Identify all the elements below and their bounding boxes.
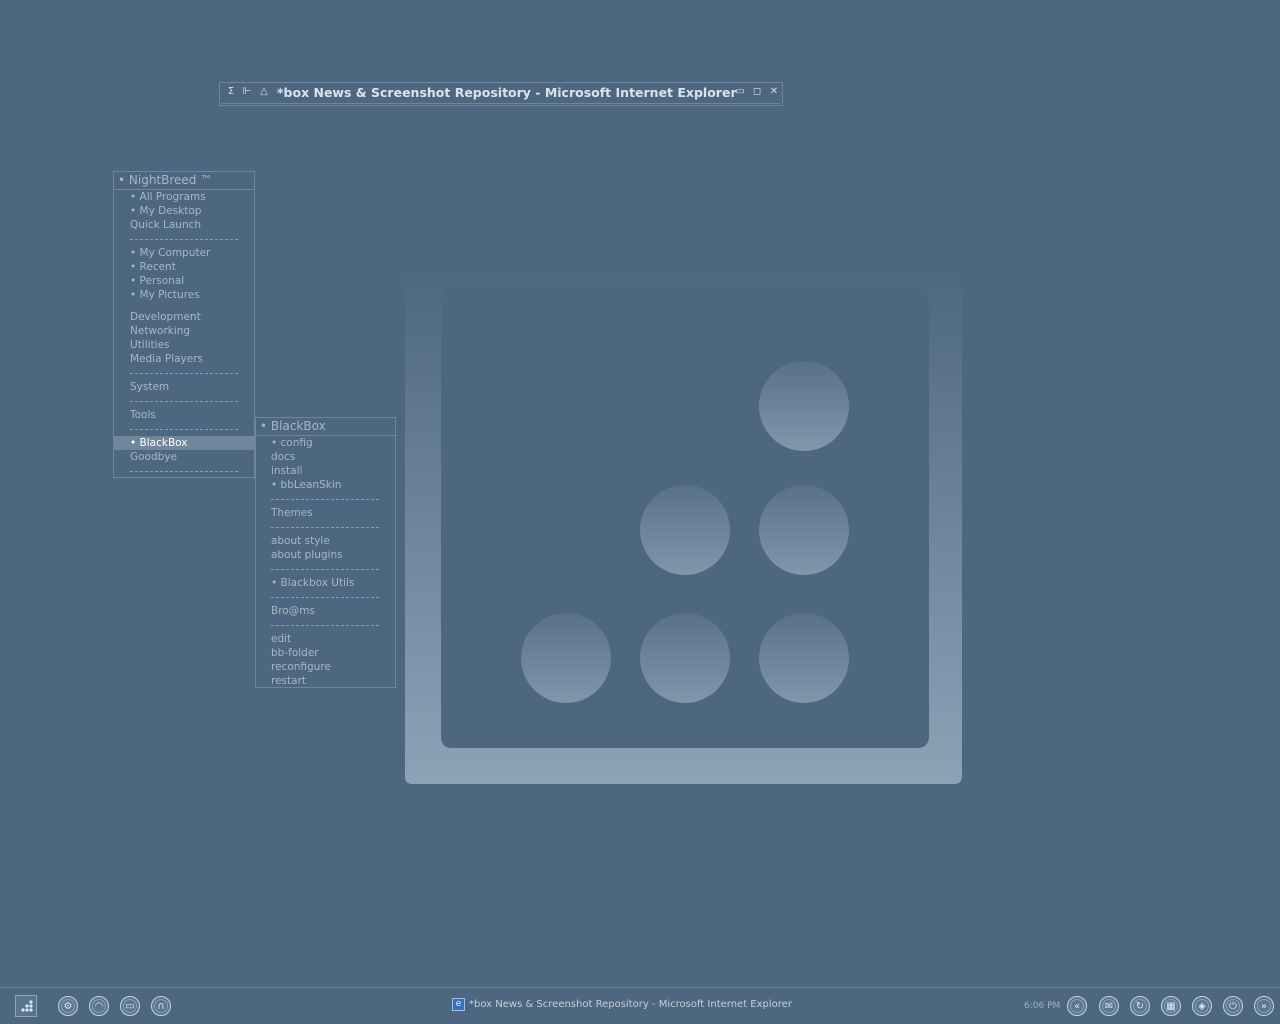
menu-item-docs[interactable]: docs [256, 450, 395, 464]
menu-item-my-pictures[interactable]: • My Pictures [114, 288, 254, 302]
task-button-ie[interactable]: *box News & Screenshot Repository - Micr… [452, 999, 792, 1010]
rewind-icon[interactable]: « [1067, 996, 1087, 1016]
menu-item-blackbox[interactable]: • BlackBox [114, 436, 254, 450]
menu-item-about-plugins[interactable]: about plugins [256, 548, 395, 562]
ie-window-titlebar[interactable]: Σ ⊩ △ *box News & Screenshot Repository … [219, 82, 783, 106]
gear-icon[interactable]: ⚙ [58, 996, 78, 1016]
menu-item-my-computer[interactable]: • My Computer [114, 246, 254, 260]
circle-icon[interactable]: ◠ [89, 996, 109, 1016]
shade-icon[interactable]: △ [258, 86, 270, 98]
monitor-icon[interactable]: ▭ [120, 996, 140, 1016]
menu-item-reconfigure[interactable]: reconfigure [256, 660, 395, 674]
menu-item-utilities[interactable]: Utilities [114, 338, 254, 352]
menu-separator [130, 401, 238, 402]
logo-dot [640, 613, 730, 703]
menu-item-edit[interactable]: edit [256, 632, 395, 646]
menu-item-quick-launch[interactable]: Quick Launch [114, 218, 254, 232]
logo-dot [759, 361, 849, 451]
menu-item-development[interactable]: Development [114, 310, 254, 324]
menu-item-all-programs[interactable]: • All Programs [114, 190, 254, 204]
blackbox-menu-title[interactable]: • BlackBox [256, 418, 395, 436]
sigma-icon[interactable]: Σ [225, 86, 237, 98]
menu-item-my-desktop[interactable]: • My Desktop [114, 204, 254, 218]
menu-separator [130, 471, 238, 472]
menu-item-restart[interactable]: restart [256, 674, 395, 688]
menu-item-system[interactable]: System [114, 380, 254, 394]
menu-separator [271, 625, 379, 626]
menu-item-networking[interactable]: Networking [114, 324, 254, 338]
menu-item-about-style[interactable]: about style [256, 534, 395, 548]
logo-dot [640, 485, 730, 575]
logo-dot [521, 613, 611, 703]
menu-item-media-players[interactable]: Media Players [114, 352, 254, 366]
calendar-icon[interactable]: ▦ [1161, 996, 1181, 1016]
menu-item-bbleanskin[interactable]: • bbLeanSkin [256, 478, 395, 492]
pin-icon[interactable]: ⊩ [241, 86, 253, 98]
menu-separator [271, 499, 379, 500]
menu-separator [271, 527, 379, 528]
mail-icon[interactable]: ✉ [1099, 996, 1119, 1016]
window-title: *box News & Screenshot Repository - Micr… [277, 85, 737, 100]
menu-item-install[interactable]: install [256, 464, 395, 478]
titlebar-divider [222, 103, 780, 104]
menu-separator [130, 373, 238, 374]
forward-icon[interactable]: » [1254, 996, 1274, 1016]
menu-separator [271, 569, 379, 570]
menu-item-themes[interactable]: Themes [256, 506, 395, 520]
root-menu: • NightBreed ™ • All Programs • My Deskt… [113, 171, 255, 478]
menu-separator [271, 597, 379, 598]
minimize-icon[interactable]: ▭ [734, 86, 746, 98]
power-icon[interactable]: ⏻ [1223, 996, 1243, 1016]
menu-separator [130, 239, 238, 240]
refresh-icon[interactable]: ↻ [1130, 996, 1150, 1016]
menu-item-personal[interactable]: • Personal [114, 274, 254, 288]
taskbar: ⚙ ◠ ▭ ∩ e *box News & Screenshot Reposit… [0, 987, 1280, 1024]
menu-item-goodbye[interactable]: Goodbye [114, 450, 254, 464]
logo-dot [759, 485, 849, 575]
menu-separator [130, 429, 238, 430]
menu-item-blackbox-utils[interactable]: • Blackbox Utils [256, 576, 395, 590]
menu-item-recent[interactable]: • Recent [114, 260, 254, 274]
menu-item-broams[interactable]: Bro@ms [256, 604, 395, 618]
blackbox-dots-icon[interactable] [15, 995, 37, 1017]
menu-item-tools[interactable]: Tools [114, 408, 254, 422]
headphones-icon[interactable]: ∩ [151, 996, 171, 1016]
compass-icon[interactable]: ◈ [1192, 996, 1212, 1016]
menu-item-config[interactable]: • config [256, 436, 395, 450]
clock[interactable]: 6:06 PM [1024, 1001, 1060, 1011]
blackbox-logo-wallpaper [405, 268, 962, 784]
logo-dot [759, 613, 849, 703]
blackbox-submenu: • BlackBox • config docs install • bbLea… [255, 417, 396, 688]
root-menu-title[interactable]: • NightBreed ™ [114, 172, 254, 190]
maximize-icon[interactable]: ◻ [751, 86, 763, 98]
close-icon[interactable]: ✕ [768, 86, 780, 98]
menu-item-bb-folder[interactable]: bb-folder [256, 646, 395, 660]
